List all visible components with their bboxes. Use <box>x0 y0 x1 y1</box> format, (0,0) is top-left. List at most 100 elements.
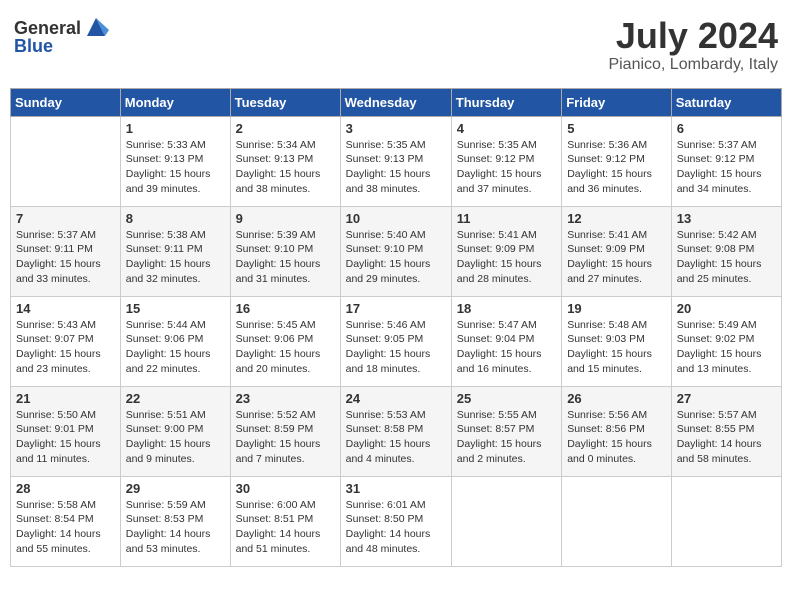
day-info: Sunrise: 5:52 AM Sunset: 8:59 PM Dayligh… <box>236 408 335 467</box>
calendar-week-row: 21Sunrise: 5:50 AM Sunset: 9:01 PM Dayli… <box>11 386 782 476</box>
calendar-cell: 27 Sunrise: 5:57 AM Sunset: 8:55 PM Dayli… <box>671 386 781 476</box>
month-year-title: July 2024 <box>608 16 778 56</box>
calendar-header-row: Sunday Monday Tuesday Wednesday Thursday… <box>11 88 782 116</box>
calendar-cell: 24 Sunrise: 5:53 AM Sunset: 8:58 PM Dayli… <box>340 386 451 476</box>
day-info: Sunrise: 6:01 AM Sunset: 8:50 PM Dayligh… <box>346 498 446 557</box>
day-number: 12 <box>567 211 666 226</box>
day-number: 15 <box>126 301 225 316</box>
calendar-cell: 26Sunrise: 5:56 AM Sunset: 8:56 PM Dayli… <box>562 386 672 476</box>
calendar-cell: 10Sunrise: 5:40 AM Sunset: 9:10 PM Dayli… <box>340 206 451 296</box>
day-number: 2 <box>236 121 335 136</box>
day-number: 5 <box>567 121 666 136</box>
col-tuesday: Tuesday <box>230 88 340 116</box>
day-number: 1 <box>126 121 225 136</box>
calendar-cell: 25 Sunrise: 5:55 AM Sunset: 8:57 PM Dayli… <box>451 386 561 476</box>
day-number: 20 <box>677 301 776 316</box>
day-number: 24 <box>346 391 446 406</box>
calendar-cell: 2 Sunrise: 5:34 AM Sunset: 9:13 PM Daylig… <box>230 116 340 206</box>
calendar-cell: 6 Sunrise: 5:37 AM Sunset: 9:12 PM Daylig… <box>671 116 781 206</box>
day-info: Sunrise: 5:51 AM Sunset: 9:00 PM Dayligh… <box>126 408 225 467</box>
day-number: 26 <box>567 391 666 406</box>
day-info: Sunrise: 5:59 AM Sunset: 8:53 PM Dayligh… <box>126 498 225 557</box>
day-number: 30 <box>236 481 335 496</box>
day-info: Sunrise: 5:46 AM Sunset: 9:05 PM Dayligh… <box>346 318 446 377</box>
day-number: 28 <box>16 481 115 496</box>
calendar-cell: 29 Sunrise: 5:59 AM Sunset: 8:53 PM Dayli… <box>120 476 230 566</box>
calendar-cell: 23 Sunrise: 5:52 AM Sunset: 8:59 PM Dayli… <box>230 386 340 476</box>
logo-icon <box>83 14 109 40</box>
calendar-cell: 1Sunrise: 5:33 AM Sunset: 9:13 PM Daylig… <box>120 116 230 206</box>
calendar-cell: 22 Sunrise: 5:51 AM Sunset: 9:00 PM Dayli… <box>120 386 230 476</box>
calendar-week-row: 1Sunrise: 5:33 AM Sunset: 9:13 PM Daylig… <box>11 116 782 206</box>
calendar-cell: 13Sunrise: 5:42 AM Sunset: 9:08 PM Dayli… <box>671 206 781 296</box>
day-info: Sunrise: 5:36 AM Sunset: 9:12 PM Dayligh… <box>567 138 666 197</box>
calendar-cell: 14Sunrise: 5:43 AM Sunset: 9:07 PM Dayli… <box>11 296 121 386</box>
calendar-cell: 30 Sunrise: 6:00 AM Sunset: 8:51 PM Dayli… <box>230 476 340 566</box>
day-info: Sunrise: 5:38 AM Sunset: 9:11 PM Dayligh… <box>126 228 225 287</box>
day-info: Sunrise: 5:41 AM Sunset: 9:09 PM Dayligh… <box>567 228 666 287</box>
calendar-cell <box>451 476 561 566</box>
day-info: Sunrise: 6:00 AM Sunset: 8:51 PM Dayligh… <box>236 498 335 557</box>
day-number: 14 <box>16 301 115 316</box>
title-area: July 2024 Pianico, Lombardy, Italy <box>608 16 778 74</box>
day-number: 11 <box>457 211 556 226</box>
calendar-cell <box>562 476 672 566</box>
calendar-cell: 7Sunrise: 5:37 AM Sunset: 9:11 PM Daylig… <box>11 206 121 296</box>
calendar-table: Sunday Monday Tuesday Wednesday Thursday… <box>10 88 782 567</box>
day-info: Sunrise: 5:58 AM Sunset: 8:54 PM Dayligh… <box>16 498 115 557</box>
day-info: Sunrise: 5:49 AM Sunset: 9:02 PM Dayligh… <box>677 318 776 377</box>
day-info: Sunrise: 5:50 AM Sunset: 9:01 PM Dayligh… <box>16 408 115 467</box>
day-number: 23 <box>236 391 335 406</box>
day-number: 18 <box>457 301 556 316</box>
day-number: 31 <box>346 481 446 496</box>
day-info: Sunrise: 5:37 AM Sunset: 9:12 PM Dayligh… <box>677 138 776 197</box>
day-number: 27 <box>677 391 776 406</box>
day-number: 22 <box>126 391 225 406</box>
calendar-week-row: 14Sunrise: 5:43 AM Sunset: 9:07 PM Dayli… <box>11 296 782 386</box>
calendar-cell <box>671 476 781 566</box>
day-number: 17 <box>346 301 446 316</box>
calendar-week-row: 7Sunrise: 5:37 AM Sunset: 9:11 PM Daylig… <box>11 206 782 296</box>
day-info: Sunrise: 5:35 AM Sunset: 9:13 PM Dayligh… <box>346 138 446 197</box>
day-number: 4 <box>457 121 556 136</box>
location-subtitle: Pianico, Lombardy, Italy <box>608 56 778 74</box>
day-info: Sunrise: 5:35 AM Sunset: 9:12 PM Dayligh… <box>457 138 556 197</box>
day-info: Sunrise: 5:45 AM Sunset: 9:06 PM Dayligh… <box>236 318 335 377</box>
calendar-cell: 11Sunrise: 5:41 AM Sunset: 9:09 PM Dayli… <box>451 206 561 296</box>
col-thursday: Thursday <box>451 88 561 116</box>
calendar-week-row: 28 Sunrise: 5:58 AM Sunset: 8:54 PM Dayli… <box>11 476 782 566</box>
calendar-cell: 17 Sunrise: 5:46 AM Sunset: 9:05 PM Dayli… <box>340 296 451 386</box>
col-sunday: Sunday <box>11 88 121 116</box>
logo: General Blue <box>14 16 109 57</box>
col-friday: Friday <box>562 88 672 116</box>
calendar-cell: 28 Sunrise: 5:58 AM Sunset: 8:54 PM Dayli… <box>11 476 121 566</box>
day-number: 9 <box>236 211 335 226</box>
calendar-cell: 21Sunrise: 5:50 AM Sunset: 9:01 PM Dayli… <box>11 386 121 476</box>
logo-blue-text: Blue <box>14 36 53 57</box>
day-info: Sunrise: 5:53 AM Sunset: 8:58 PM Dayligh… <box>346 408 446 467</box>
day-info: Sunrise: 5:57 AM Sunset: 8:55 PM Dayligh… <box>677 408 776 467</box>
day-number: 19 <box>567 301 666 316</box>
day-info: Sunrise: 5:47 AM Sunset: 9:04 PM Dayligh… <box>457 318 556 377</box>
header: General Blue July 2024 Pianico, Lombardy… <box>10 10 782 80</box>
calendar-cell: 31 Sunrise: 6:01 AM Sunset: 8:50 PM Dayli… <box>340 476 451 566</box>
day-info: Sunrise: 5:37 AM Sunset: 9:11 PM Dayligh… <box>16 228 115 287</box>
day-info: Sunrise: 5:44 AM Sunset: 9:06 PM Dayligh… <box>126 318 225 377</box>
calendar-cell: 20 Sunrise: 5:49 AM Sunset: 9:02 PM Dayli… <box>671 296 781 386</box>
day-number: 29 <box>126 481 225 496</box>
day-number: 25 <box>457 391 556 406</box>
calendar-cell: 16Sunrise: 5:45 AM Sunset: 9:06 PM Dayli… <box>230 296 340 386</box>
day-info: Sunrise: 5:55 AM Sunset: 8:57 PM Dayligh… <box>457 408 556 467</box>
col-wednesday: Wednesday <box>340 88 451 116</box>
calendar-cell: 18 Sunrise: 5:47 AM Sunset: 9:04 PM Dayli… <box>451 296 561 386</box>
day-info: Sunrise: 5:42 AM Sunset: 9:08 PM Dayligh… <box>677 228 776 287</box>
day-number: 6 <box>677 121 776 136</box>
day-number: 10 <box>346 211 446 226</box>
day-info: Sunrise: 5:34 AM Sunset: 9:13 PM Dayligh… <box>236 138 335 197</box>
col-saturday: Saturday <box>671 88 781 116</box>
calendar-cell: 15 Sunrise: 5:44 AM Sunset: 9:06 PM Dayli… <box>120 296 230 386</box>
calendar-cell: 8Sunrise: 5:38 AM Sunset: 9:11 PM Daylig… <box>120 206 230 296</box>
calendar-cell: 19Sunrise: 5:48 AM Sunset: 9:03 PM Dayli… <box>562 296 672 386</box>
calendar-cell: 3Sunrise: 5:35 AM Sunset: 9:13 PM Daylig… <box>340 116 451 206</box>
calendar-cell: 9Sunrise: 5:39 AM Sunset: 9:10 PM Daylig… <box>230 206 340 296</box>
